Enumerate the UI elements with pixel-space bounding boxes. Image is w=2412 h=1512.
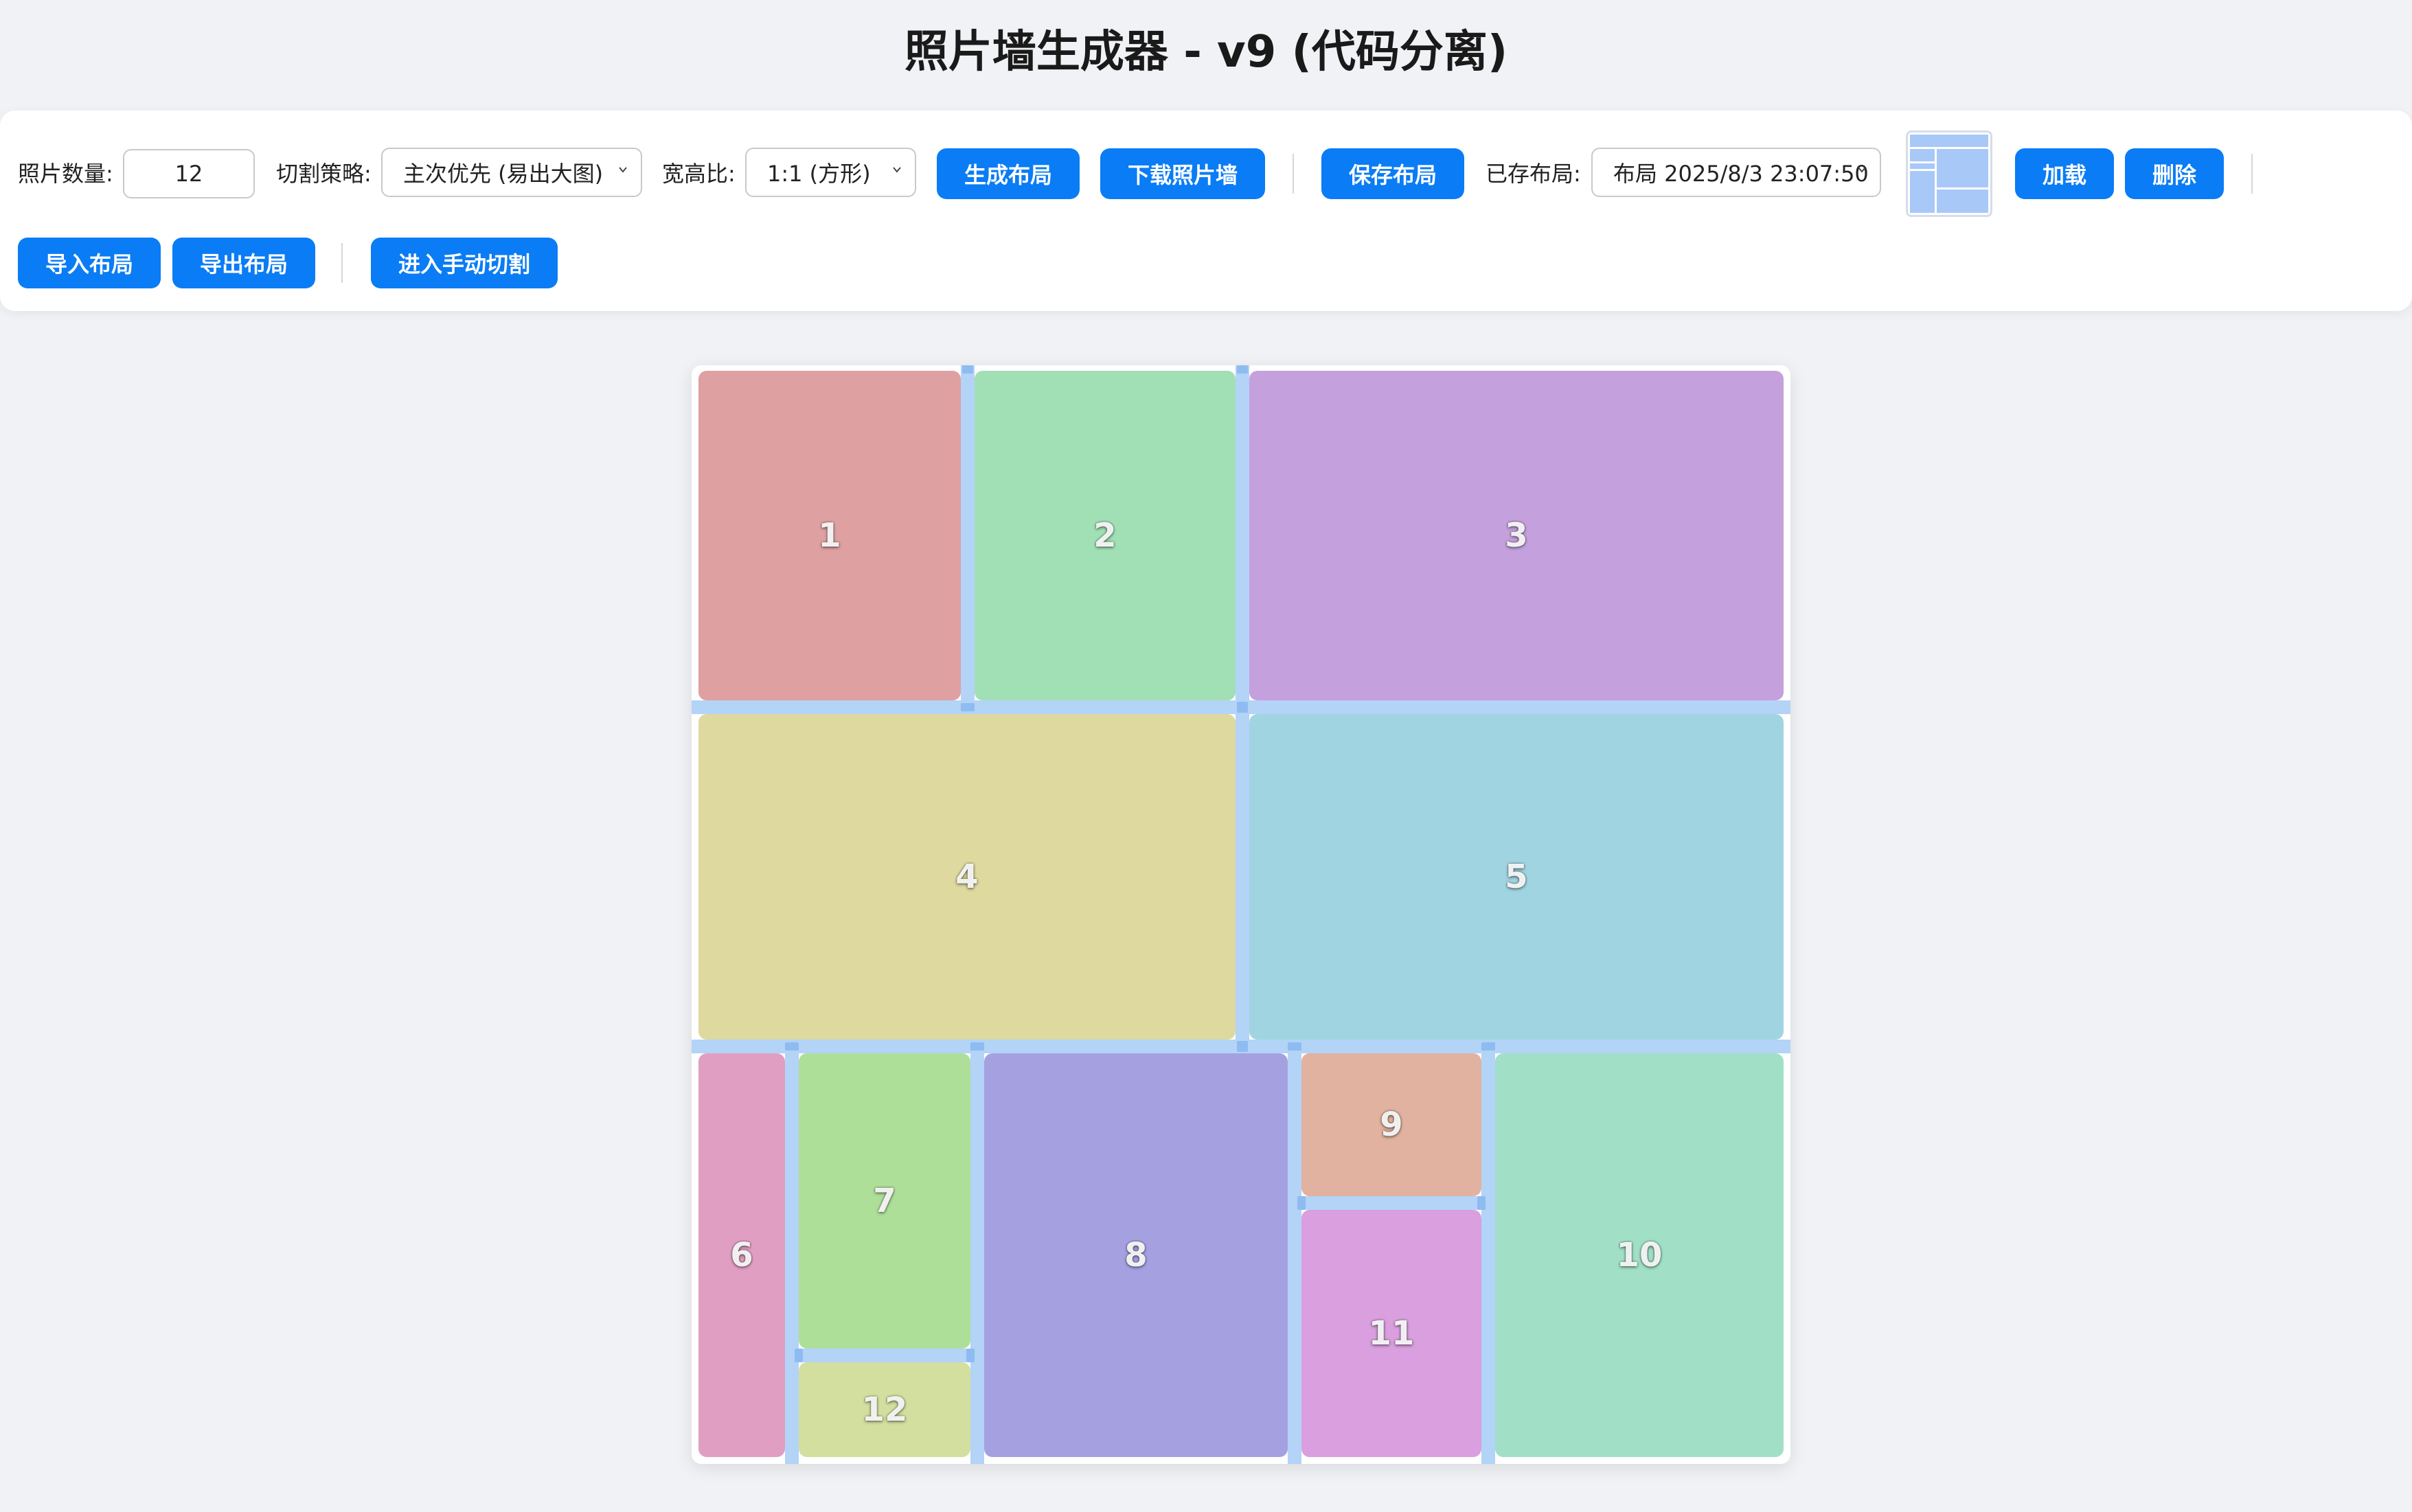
vertical-divider[interactable]	[1288, 1053, 1301, 1464]
saved-layouts-select[interactable]: 布局 2025/8/3 23:07:50	[1591, 148, 1881, 197]
load-layout-button[interactable]: 加载	[2015, 148, 2114, 199]
save-layout-button[interactable]: 保存布局	[1321, 148, 1464, 199]
horizontal-divider[interactable]	[1301, 1196, 1481, 1210]
export-layout-button[interactable]: 导出布局	[172, 238, 315, 288]
photo-count-input[interactable]: 12	[123, 149, 255, 198]
strategy-label: 切割策略:	[276, 161, 372, 187]
delete-layout-button[interactable]: 删除	[2125, 148, 2224, 199]
saved-layouts-select-value: 布局 2025/8/3 23:07:50	[1613, 161, 1869, 187]
tile-number: 1	[818, 516, 841, 555]
chevron-down-icon	[619, 167, 627, 173]
chevron-down-icon	[1858, 167, 1866, 173]
photo-tile-9[interactable]: 9	[1301, 1053, 1481, 1196]
vertical-divider[interactable]	[961, 365, 975, 700]
divider-handle[interactable]	[962, 365, 973, 374]
ratio-select-value: 1:1 (方形)	[767, 161, 871, 187]
photo-tile-3[interactable]: 3	[1249, 371, 1784, 700]
tile-number: 3	[1505, 516, 1528, 555]
photo-tile-10[interactable]: 10	[1495, 1053, 1784, 1457]
tile-number: 9	[1380, 1106, 1403, 1144]
photo-tile-2[interactable]: 2	[975, 371, 1236, 700]
divider-handle[interactable]	[1237, 365, 1248, 374]
toolbar-divider	[1293, 154, 1294, 194]
photo-tile-6[interactable]: 6	[698, 1053, 785, 1457]
divider-handle[interactable]	[1477, 1196, 1486, 1210]
horizontal-divider[interactable]	[799, 1349, 970, 1362]
strategy-select-value: 主次优先 (易出大图)	[403, 161, 604, 187]
divider-handle[interactable]	[1237, 702, 1248, 713]
tile-number: 4	[955, 858, 979, 896]
divider-handle[interactable]	[785, 1042, 799, 1051]
divider-handle[interactable]	[970, 1042, 984, 1051]
tile-number: 6	[730, 1236, 753, 1274]
vertical-divider[interactable]	[785, 1053, 799, 1464]
divider-handle[interactable]	[1237, 1041, 1248, 1052]
photo-tile-5[interactable]: 5	[1249, 714, 1784, 1040]
ratio-select[interactable]: 1:1 (方形)	[745, 148, 916, 197]
tile-number: 10	[1616, 1236, 1663, 1274]
toolbar-divider	[341, 243, 343, 283]
vertical-divider[interactable]	[970, 1053, 984, 1464]
tile-number: 11	[1368, 1314, 1415, 1353]
divider-handle[interactable]	[1481, 1042, 1495, 1051]
page-title: 照片墙生成器 - v9 (代码分离)	[904, 27, 1508, 78]
photo-tile-1[interactable]: 1	[698, 371, 961, 700]
download-wall-button[interactable]: 下载照片墙	[1100, 148, 1265, 199]
toolbar: 照片数量: 12 切割策略: 主次优先 (易出大图) 宽高比: 1:1 (方形)…	[0, 111, 2412, 311]
divider-handle[interactable]	[795, 1349, 803, 1362]
divider-handle[interactable]	[1288, 1042, 1301, 1051]
tile-number: 8	[1124, 1236, 1148, 1274]
tile-number: 12	[861, 1390, 908, 1429]
divider-handle[interactable]	[961, 703, 975, 711]
tile-number: 5	[1505, 858, 1528, 896]
photo-tile-11[interactable]: 11	[1301, 1210, 1481, 1457]
photo-tile-8[interactable]: 8	[984, 1053, 1288, 1457]
layout-preview-thumbnail	[1906, 130, 1992, 217]
tile-number: 7	[873, 1182, 896, 1220]
photo-count-label: 照片数量:	[18, 161, 113, 187]
divider-handle[interactable]	[1297, 1196, 1306, 1210]
photo-tile-12[interactable]: 12	[799, 1362, 970, 1457]
photo-tile-7[interactable]: 7	[799, 1053, 970, 1349]
divider-handle[interactable]	[966, 1349, 975, 1362]
chevron-down-icon	[893, 167, 901, 173]
tile-number: 2	[1093, 516, 1117, 555]
ratio-label: 宽高比:	[662, 161, 736, 187]
saved-layouts-label: 已存布局:	[1486, 161, 1581, 187]
photo-tile-4[interactable]: 4	[698, 714, 1236, 1040]
strategy-select[interactable]: 主次优先 (易出大图)	[381, 148, 642, 197]
manual-cut-button[interactable]: 进入手动切割	[371, 238, 558, 288]
layout-preview-icon	[1910, 135, 1988, 213]
photo-wall-canvas: 1 2 3 4 5 6 7 8 9 10 11 12	[692, 365, 1790, 1464]
generate-layout-button[interactable]: 生成布局	[937, 148, 1080, 199]
vertical-divider[interactable]	[1481, 1053, 1495, 1464]
toolbar-divider	[2251, 154, 2253, 194]
import-layout-button[interactable]: 导入布局	[18, 238, 161, 288]
